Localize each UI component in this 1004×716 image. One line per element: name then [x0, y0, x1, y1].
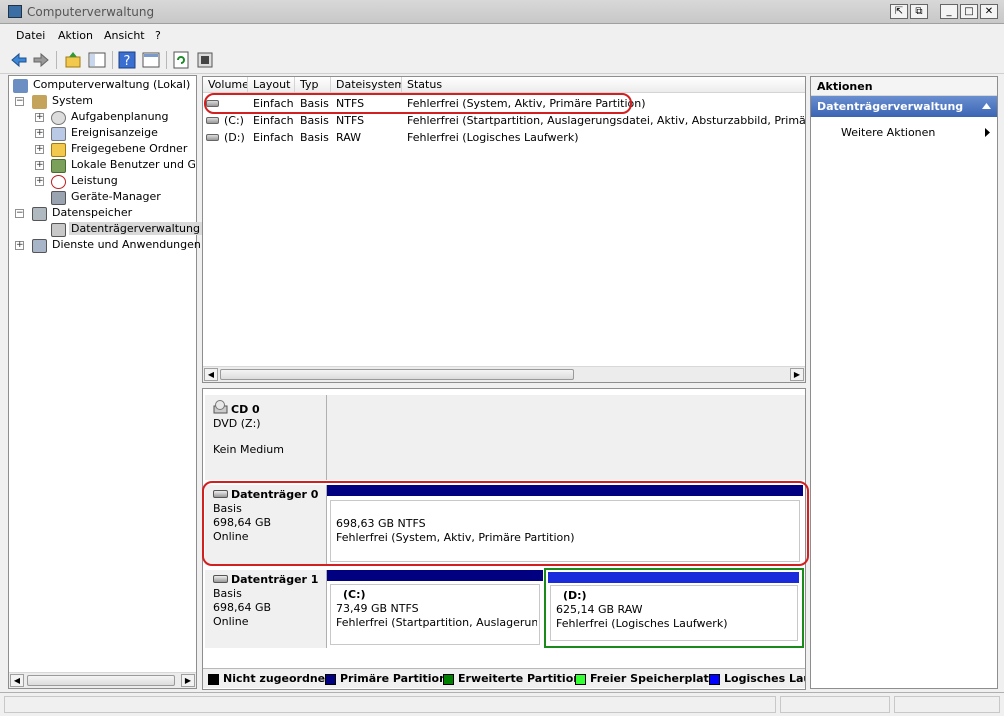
volume-list: Volume Layout Typ Dateisystem Status Ein… [202, 76, 806, 383]
title-bar: Computerverwaltung ⇱ ⧉ _ □ ✕ [0, 0, 1004, 24]
legend-swatch [575, 674, 586, 685]
storage-icon [32, 207, 47, 221]
disk-cd0-label[interactable]: CD 0 DVD (Z:) Kein Medium [205, 395, 327, 480]
disk1-extended-partition[interactable]: (D:) 625,14 GB RAW Fehlerfrei (Logisches… [544, 568, 804, 648]
partition-legend: Nicht zugeordnet Primäre Partition Erwei… [203, 668, 805, 688]
back-icon[interactable] [10, 51, 28, 69]
expand-icon[interactable]: + [35, 177, 44, 186]
up-folder-icon[interactable] [64, 51, 82, 69]
drive-icon [206, 100, 219, 107]
services-icon [32, 239, 47, 253]
device-manager-icon [51, 191, 66, 205]
disk-management-icon [51, 223, 66, 237]
computer-management-icon [8, 5, 22, 18]
toolbar: ? [0, 47, 1004, 74]
collapse-arrow-icon[interactable] [982, 103, 991, 109]
event-viewer-icon [51, 127, 66, 141]
tools-icon [32, 95, 47, 109]
legend-swatch [208, 674, 219, 685]
svg-text:?: ? [124, 54, 131, 69]
scroll-thumb[interactable] [220, 369, 574, 380]
table-row[interactable]: (C:) Einfach Basis NTFS Fehlerfrei (Star… [203, 112, 805, 129]
menu-ansicht[interactable]: Ansicht [104, 29, 145, 42]
refresh-icon[interactable] [172, 51, 190, 69]
tile-button[interactable]: ⧉ [910, 4, 928, 19]
close-button[interactable]: ✕ [980, 4, 998, 19]
menu-help[interactable]: ? [155, 29, 161, 42]
disk-icon [213, 575, 228, 583]
disk-view: CD 0 DVD (Z:) Kein Medium Datenträger 0 … [202, 388, 806, 690]
col-dateisystem[interactable]: Dateisystem [331, 77, 402, 93]
collapse-icon[interactable]: − [15, 209, 24, 218]
drive-icon [206, 117, 219, 124]
primary-partition-bar [327, 485, 803, 496]
volume-list-hscrollbar[interactable]: ◀ ▶ [203, 366, 805, 382]
scroll-right-icon[interactable]: ▶ [790, 368, 804, 381]
status-cell [780, 696, 890, 713]
minimize-button[interactable]: _ [940, 4, 958, 19]
menu-aktion[interactable]: Aktion [58, 29, 93, 42]
drive-icon [206, 134, 219, 141]
scroll-left-icon[interactable]: ◀ [204, 368, 218, 381]
logical-drive-bar [548, 572, 799, 583]
scroll-right-icon[interactable]: ▶ [181, 674, 195, 687]
cd0-empty-area [327, 395, 805, 480]
col-volume[interactable]: Volume [203, 77, 248, 93]
disk-0-label[interactable]: Datenträger 0 Basis 698,64 GB Online [205, 485, 327, 565]
scroll-left-icon[interactable]: ◀ [10, 674, 24, 687]
status-bar [0, 692, 1004, 716]
help-icon[interactable]: ? [118, 51, 136, 69]
primary-partition-bar [327, 570, 543, 581]
legend-swatch [325, 674, 336, 685]
properties-icon[interactable] [142, 51, 160, 69]
settings-icon[interactable] [196, 51, 214, 69]
clock-icon [51, 111, 66, 125]
menu-bar: Datei Aktion Ansicht ? [0, 25, 1004, 46]
disk0-system-partition[interactable]: 698,63 GB NTFS Fehlerfrei (System, Aktiv… [327, 485, 803, 565]
more-actions-item[interactable]: Weitere Aktionen [841, 126, 935, 139]
expand-icon[interactable]: + [15, 241, 24, 250]
disk-icon [213, 490, 228, 498]
console-tree: Computerverwaltung (Lokal) − System + Au… [8, 75, 202, 689]
expand-icon[interactable]: + [35, 113, 44, 122]
computer-icon [13, 79, 28, 93]
scroll-thumb[interactable] [27, 675, 175, 686]
disk1-partition-d[interactable]: (D:) 625,14 GB RAW Fehlerfrei (Logisches… [550, 585, 798, 641]
table-row[interactable]: (D:) Einfach Basis RAW Fehlerfrei (Logis… [203, 129, 805, 146]
status-cell [894, 696, 1000, 713]
tree-hscrollbar[interactable]: ◀ ▶ [9, 672, 196, 688]
actions-header: Aktionen [811, 77, 997, 96]
col-layout[interactable]: Layout [248, 77, 295, 93]
legend-swatch [709, 674, 720, 685]
show-hide-tree-icon[interactable] [88, 51, 106, 69]
maximize-button[interactable]: □ [960, 4, 978, 19]
performance-icon [51, 175, 66, 189]
cd-drive-icon [213, 400, 228, 414]
window-title: Computerverwaltung [27, 5, 155, 19]
status-cell-main [4, 696, 776, 713]
shared-folder-icon [51, 143, 66, 157]
expand-icon[interactable]: + [35, 129, 44, 138]
disk1-partition-c[interactable]: (C:) 73,49 GB NTFS Fehlerfrei (Startpart… [327, 570, 543, 648]
menu-datei[interactable]: Datei [16, 29, 45, 42]
forward-icon[interactable] [32, 51, 50, 69]
actions-pane: Aktionen Datenträgerverwaltung Weitere A… [810, 76, 998, 689]
col-typ[interactable]: Typ [295, 77, 331, 93]
disk-1-label[interactable]: Datenträger 1 Basis 698,64 GB Online [205, 570, 327, 648]
actions-section-header[interactable]: Datenträgerverwaltung [811, 96, 997, 117]
expand-icon[interactable]: + [35, 161, 44, 170]
table-row[interactable]: Einfach Basis NTFS Fehlerfrei (System, A… [203, 95, 805, 112]
restore-child-button[interactable]: ⇱ [890, 4, 908, 19]
legend-swatch [443, 674, 454, 685]
collapse-icon[interactable]: − [15, 97, 24, 106]
expand-icon[interactable]: + [35, 145, 44, 154]
col-status[interactable]: Status [402, 77, 805, 93]
users-icon [51, 159, 66, 173]
submenu-arrow-icon[interactable] [985, 128, 990, 137]
